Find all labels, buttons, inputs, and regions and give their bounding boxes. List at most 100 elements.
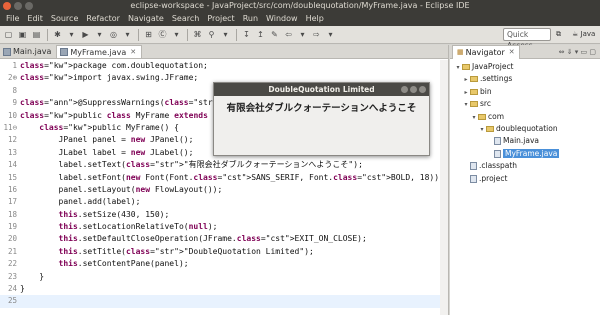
code-text: this.setLocationRelativeTo(null);: [58, 222, 218, 232]
tree-item[interactable]: ▾ src: [450, 98, 600, 110]
code-line[interactable]: 25: [0, 295, 448, 308]
menu-window[interactable]: Window: [262, 12, 302, 26]
close-icon[interactable]: ✕: [509, 46, 515, 59]
menu-file[interactable]: File: [2, 12, 23, 26]
menu-search[interactable]: Search: [168, 12, 203, 26]
menu-refactor[interactable]: Refactor: [82, 12, 124, 26]
navigator-tab-label: Navigator: [465, 47, 505, 57]
tree-item-label: .classpath: [479, 161, 518, 171]
menu-navigate[interactable]: Navigate: [124, 12, 168, 26]
code-text: class="kw">package com.doublequotation;: [20, 61, 208, 70]
folder-icon: [470, 88, 478, 95]
code-text: class="kw">public MyFrame() {: [39, 122, 179, 132]
tree-item[interactable]: ▾ doublequotation: [450, 123, 600, 135]
code-line[interactable]: 21 this.setTitle(class="str">"DoubleQuot…: [0, 246, 448, 258]
editor-scrollbar[interactable]: [440, 60, 448, 315]
tree-item-label: src: [480, 99, 491, 109]
tree-item[interactable]: ▾ com: [450, 111, 600, 123]
external-tools-icon[interactable]: ◎: [107, 29, 120, 41]
navigator-icon: ▦: [457, 47, 464, 56]
dropdown-arrow-icon[interactable]: ▾: [65, 29, 78, 41]
open-type-icon[interactable]: ⌘: [191, 29, 204, 41]
save-all-icon[interactable]: ▤: [30, 29, 43, 41]
toolbar-separator: [187, 28, 188, 41]
forward-icon[interactable]: ⇨: [310, 29, 323, 41]
code-line[interactable]: 15 label.setFont(new Font(Font.class="cs…: [0, 172, 448, 184]
open-perspective-icon[interactable]: ⧉: [556, 28, 561, 41]
line-number: 10: [7, 110, 17, 120]
navigator-header: ▦ Navigator ✕ ⇔ ⇓ ▾ ▭ ▢: [450, 44, 600, 59]
menu-project[interactable]: Project: [203, 12, 238, 26]
line-number: 17: [7, 197, 17, 207]
menu-source[interactable]: Source: [47, 12, 82, 26]
menu-run[interactable]: Run: [239, 12, 262, 26]
toolbar-separator: [47, 28, 48, 41]
code-line[interactable]: 24}: [0, 283, 448, 295]
close-icon[interactable]: [419, 86, 426, 93]
code-line[interactable]: 20 this.setDefaultCloseOperation(JFrame.…: [0, 233, 448, 245]
minimize-window-button[interactable]: [14, 2, 22, 10]
tree-item[interactable]: MyFrame.java: [450, 148, 600, 160]
swing-frame-titlebar[interactable]: DoubleQuotation Limited: [214, 83, 429, 96]
search-icon[interactable]: ⚲: [205, 29, 218, 41]
tree-item[interactable]: ▾ JavaProject: [450, 61, 600, 73]
code-text: this.setSize(430, 150);: [58, 209, 170, 219]
new-java-class-icon[interactable]: Ⓒ: [156, 29, 169, 41]
next-annotation-icon[interactable]: ↧: [240, 29, 253, 41]
last-edit-location-icon[interactable]: ✎: [268, 29, 281, 41]
code-line[interactable]: 18 this.setSize(430, 150);: [0, 209, 448, 221]
new-icon[interactable]: ▢: [2, 29, 15, 41]
save-icon[interactable]: ▣: [16, 29, 29, 41]
code-line[interactable]: 22 this.setContentPane(panel);: [0, 258, 448, 270]
close-icon[interactable]: ✕: [130, 46, 136, 59]
dropdown-arrow-icon[interactable]: ▾: [93, 29, 106, 41]
tree-item[interactable]: Main.java: [450, 135, 600, 147]
line-number: 24: [7, 284, 17, 294]
maximize-window-button[interactable]: [25, 2, 33, 10]
run-icon[interactable]: ▶: [79, 29, 92, 41]
quick-access-input[interactable]: Quick Access: [503, 28, 551, 50]
line-number: 20: [7, 234, 17, 244]
code-line[interactable]: 1 class="kw">package com.doublequotation;: [0, 60, 448, 72]
java-perspective-button[interactable]: ☕ Java: [572, 28, 595, 41]
tab-main-java[interactable]: Main.java: [0, 45, 56, 58]
tree-item[interactable]: .project: [450, 173, 600, 185]
new-java-package-icon[interactable]: ⊞: [142, 29, 155, 41]
java-perspective-icon: ☕: [572, 30, 579, 38]
line-number: 15: [7, 172, 17, 182]
tab-label: Main.java: [13, 47, 52, 56]
code-line[interactable]: 23 }: [0, 271, 448, 283]
maximize-icon[interactable]: [410, 86, 417, 93]
tab-myframe-java[interactable]: MyFrame.java ✕: [56, 45, 143, 59]
previous-annotation-icon[interactable]: ↥: [254, 29, 267, 41]
dropdown-arrow-icon[interactable]: ▾: [121, 29, 134, 41]
tab-navigator[interactable]: ▦ Navigator ✕: [452, 44, 520, 59]
dropdown-arrow-icon[interactable]: ▾: [296, 29, 309, 41]
close-window-button[interactable]: [3, 2, 11, 10]
tree-item[interactable]: ▸ .settings: [450, 73, 600, 85]
java-file-icon: [60, 48, 69, 56]
code-text: }: [20, 284, 25, 294]
line-number: 21: [7, 246, 17, 256]
view-menu-icon[interactable]: ⇔ ⇓ ▾ ▭ ▢: [559, 48, 596, 56]
code-line[interactable]: 14 label.setText(class="str">"有限会社ダブルクォー…: [0, 159, 448, 171]
code-line[interactable]: 19 this.setLocationRelativeTo(null);: [0, 221, 448, 233]
dropdown-arrow-icon[interactable]: ▾: [219, 29, 232, 41]
menu-edit[interactable]: Edit: [23, 12, 47, 26]
dropdown-arrow-icon[interactable]: ▾: [324, 29, 337, 41]
menu-help[interactable]: Help: [302, 12, 328, 26]
tree-item[interactable]: .classpath: [450, 160, 600, 172]
back-icon[interactable]: ⇦: [282, 29, 295, 41]
tree-item-label: .project: [479, 173, 508, 183]
main-toolbar: ▢ ▣ ▤ ✱ ▾ ▶ ▾ ◎ ▾ ⊞ Ⓒ ▾ ⌘ ⚲ ▾ ↧ ↥ ✎ ⇦ ▾ …: [0, 26, 600, 50]
code-text: this.setDefaultCloseOperation(JFrame.cla…: [58, 234, 367, 244]
debug-icon[interactable]: ✱: [51, 29, 64, 41]
tree-item[interactable]: ▸ bin: [450, 86, 600, 98]
code-line[interactable]: 16 panel.setLayout(new FlowLayout());: [0, 184, 448, 196]
minimize-icon[interactable]: [401, 86, 408, 93]
dropdown-arrow-icon[interactable]: ▾: [170, 29, 183, 41]
swing-frame-window[interactable]: DoubleQuotation Limited 有限会社ダブルクォーテーションへ…: [213, 82, 430, 156]
editor-tabs: Main.java MyFrame.java ✕: [0, 45, 448, 59]
window-controls[interactable]: [3, 2, 33, 10]
code-line[interactable]: 17 panel.add(label);: [0, 196, 448, 208]
